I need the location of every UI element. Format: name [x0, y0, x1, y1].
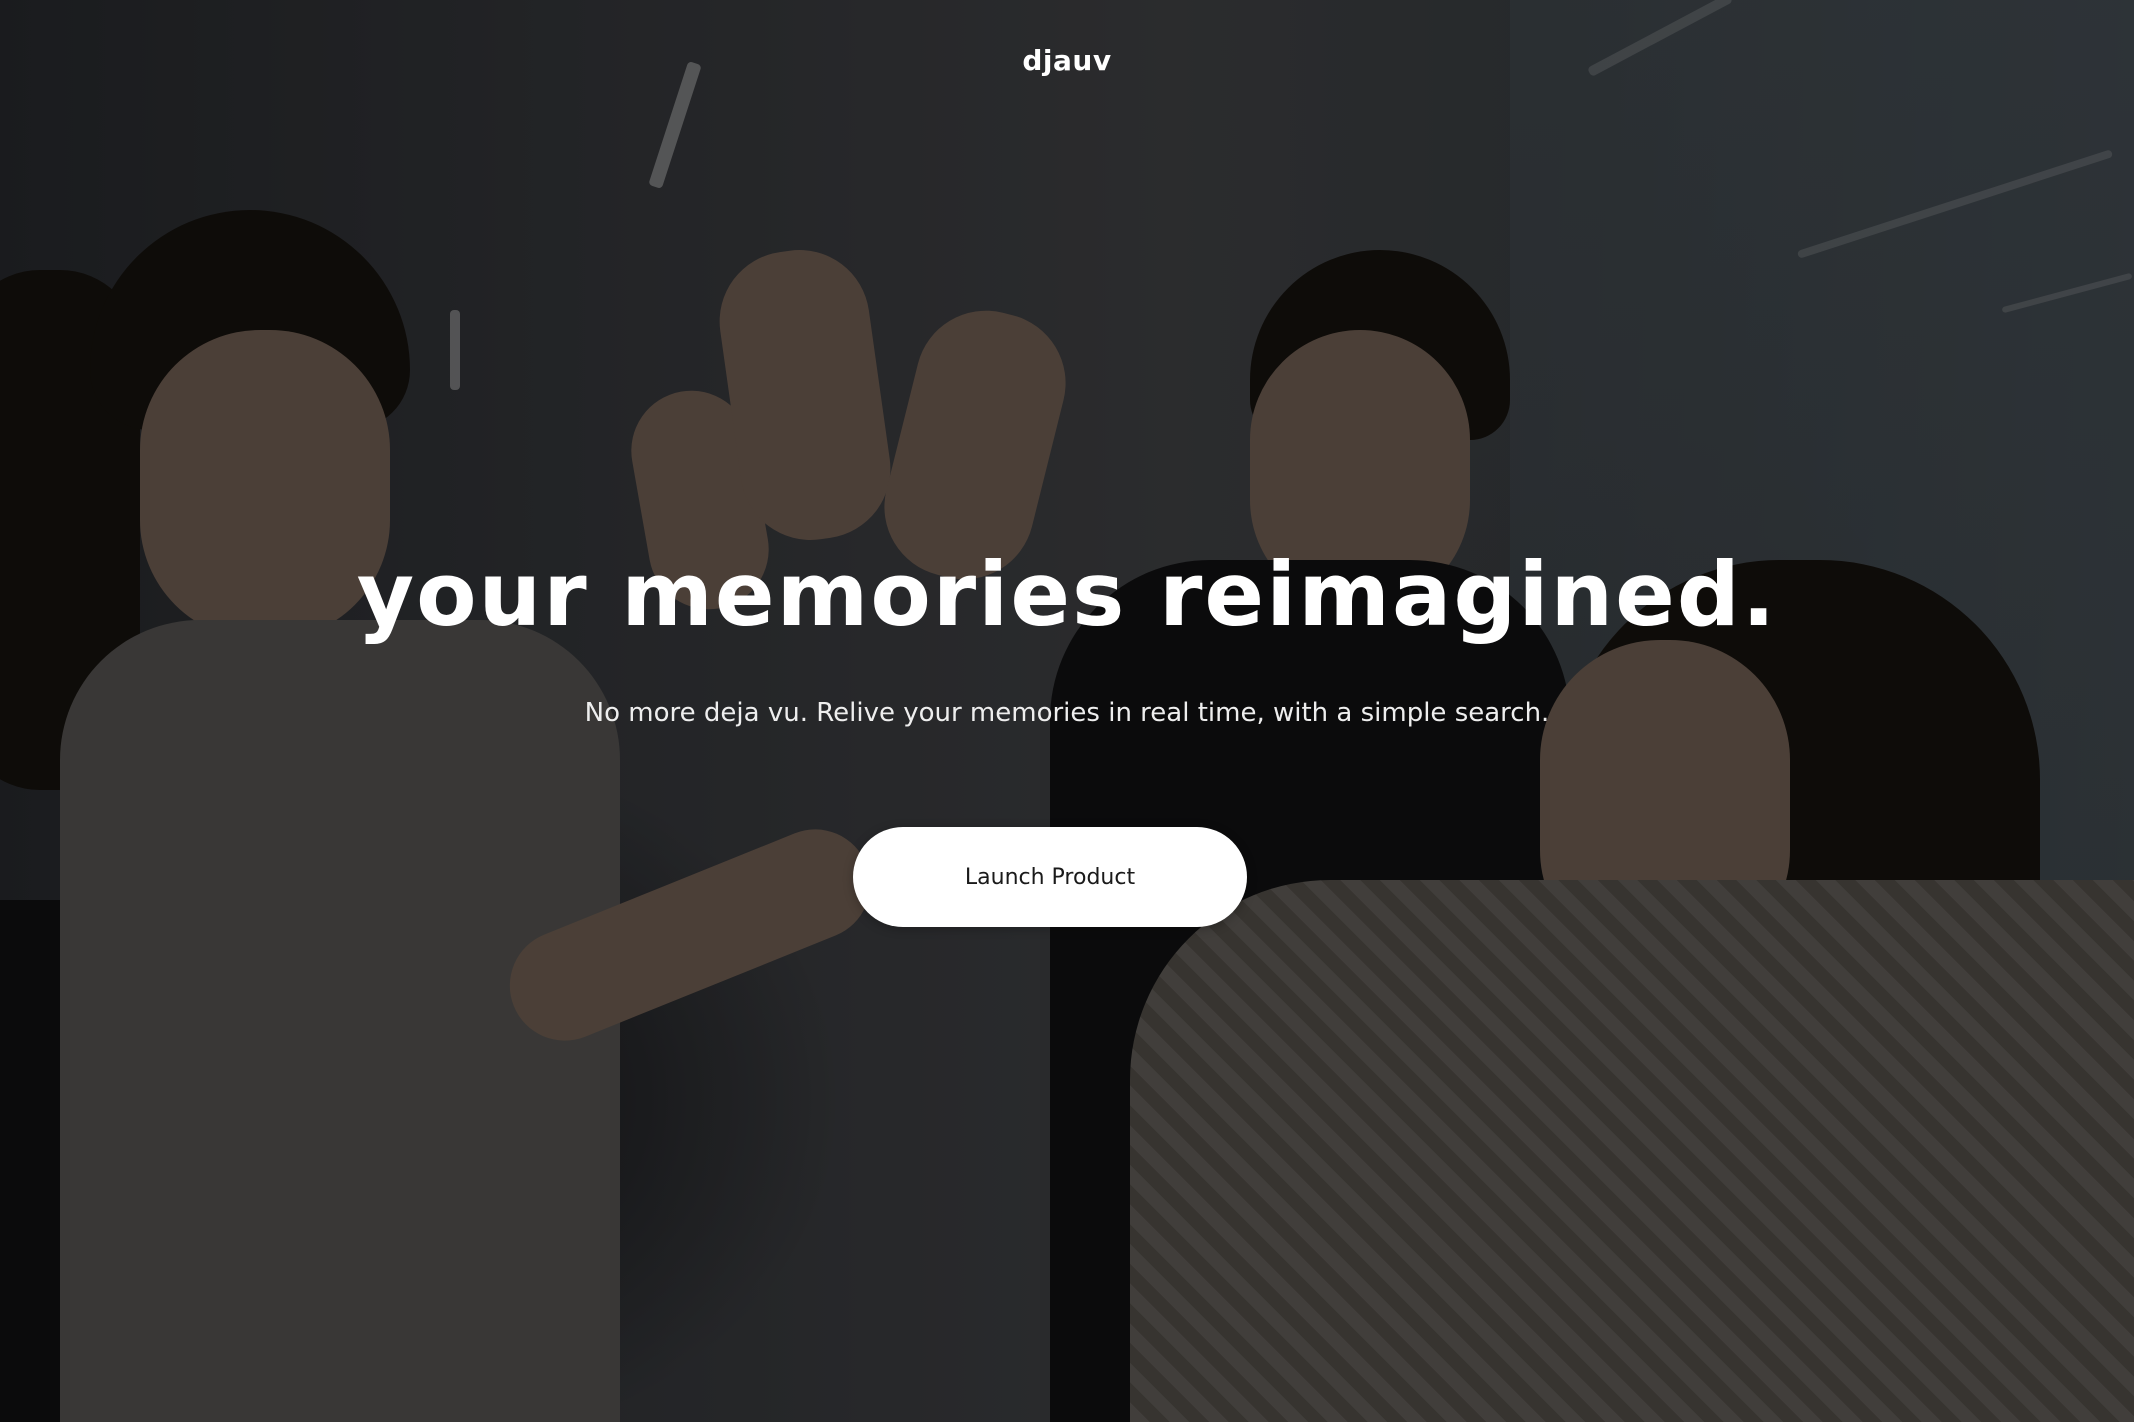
hero-subheadline: No more deja vu. Relive your memories in…	[584, 698, 1550, 728]
brand-logo[interactable]: djauv	[0, 44, 2134, 77]
launch-product-button[interactable]: Launch Product	[853, 827, 1247, 927]
hero-headline: your memories reimagined.	[356, 543, 1778, 646]
hero-section: djauv your memories reimagined. No more …	[0, 0, 2134, 1422]
